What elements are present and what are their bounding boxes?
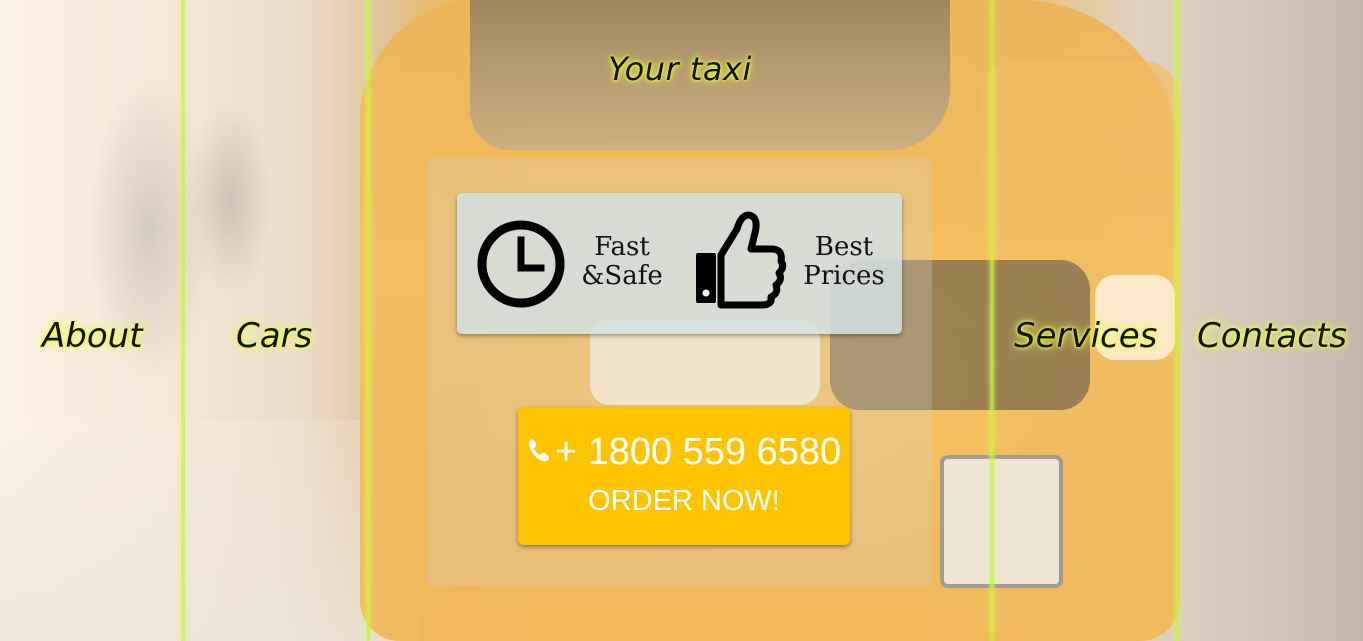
divider-line [990,0,994,641]
phone-number: + 1800 559 6580 [554,431,842,473]
feature-label-line: Prices [803,261,885,291]
thumbs-up-icon [696,211,787,309]
divider-line [181,0,185,641]
feature-fast-safe-label: Fast &Safe [577,233,667,291]
divider-line [1175,0,1179,641]
divider-line [366,0,370,641]
phone-row: + 1800 559 6580 [518,431,850,474]
feature-label-line: Best [814,232,874,262]
feature-label-line: &Safe [581,261,663,291]
phone-icon [528,438,549,462]
page-title: Your taxi [608,50,752,88]
feature-label-line: Fast [594,232,650,262]
nav-services[interactable]: Services [1014,316,1157,356]
features-box: Fast &Safe Best Prices [457,193,902,334]
nav-about[interactable]: About [42,316,143,356]
order-now-button[interactable]: + 1800 559 6580 ORDER NOW! [518,407,850,545]
order-now-label: ORDER NOW! [588,485,780,517]
nav-contacts[interactable]: Contacts [1197,316,1347,356]
clock-icon [477,220,565,308]
feature-best-prices-label: Best Prices [799,233,889,291]
nav-cars[interactable]: Cars [236,316,312,356]
